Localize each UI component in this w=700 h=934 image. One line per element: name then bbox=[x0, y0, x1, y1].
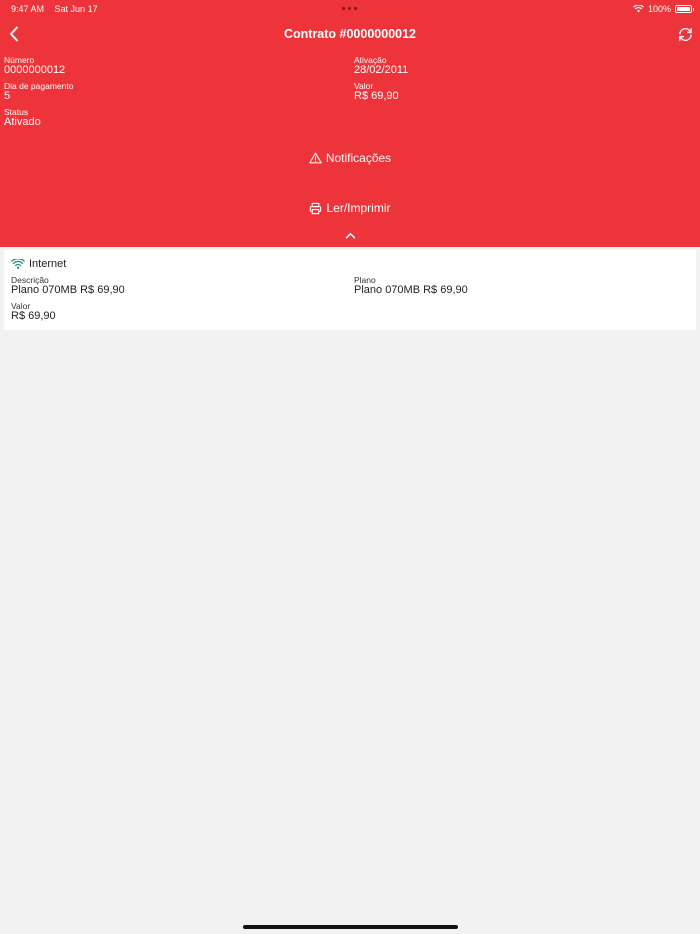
dia-pagamento-value: 5 bbox=[4, 90, 11, 102]
printer-icon bbox=[310, 202, 322, 214]
refresh-button[interactable] bbox=[674, 24, 696, 44]
service-valor-value: R$ 69,90 bbox=[11, 310, 56, 322]
numero-value: 0000000012 bbox=[4, 64, 66, 76]
notificacoes-button[interactable]: Notificações bbox=[0, 150, 700, 166]
notificacoes-label: Notificações bbox=[325, 151, 392, 165]
contract-header: 9:47 AM Sat Jun 17 100% Contrato #000000… bbox=[0, 0, 700, 247]
collapse-button[interactable] bbox=[340, 232, 360, 244]
dia-pagamento-label: Dia de pagamento bbox=[4, 81, 74, 91]
ler-imprimir-label: Ler/Imprimir bbox=[326, 201, 391, 215]
service-title: Internet bbox=[11, 258, 66, 270]
service-card[interactable]: Internet Descrição Plano 070MB R$ 69,90 … bbox=[4, 250, 696, 330]
ativacao-value: 28/02/2011 bbox=[354, 64, 409, 76]
service-title-label: Internet bbox=[29, 258, 67, 270]
home-indicator[interactable] bbox=[243, 925, 458, 929]
battery-percent: 100% bbox=[647, 4, 671, 14]
ler-imprimir-button[interactable]: Ler/Imprimir bbox=[0, 200, 700, 216]
wifi-signal-icon bbox=[633, 5, 644, 13]
status-value: Ativado bbox=[4, 116, 41, 128]
wifi-icon bbox=[11, 259, 25, 269]
page-title: Contrato #0000000012 bbox=[283, 27, 417, 41]
status-bar-right: 100% bbox=[633, 4, 694, 14]
descricao-value: Plano 070MB R$ 69,90 bbox=[11, 284, 125, 296]
valor-value: R$ 69,90 bbox=[354, 90, 399, 102]
battery-icon bbox=[675, 5, 694, 13]
status-bar: 9:47 AM Sat Jun 17 100% bbox=[0, 0, 700, 18]
status-date: Sat Jun 17 bbox=[54, 4, 98, 14]
warning-icon bbox=[309, 152, 322, 164]
status-time: 9:47 AM bbox=[11, 4, 45, 14]
chevron-up-icon bbox=[345, 232, 355, 239]
status-bar-left: 9:47 AM Sat Jun 17 bbox=[11, 4, 106, 14]
refresh-icon bbox=[678, 27, 692, 41]
plano-value: Plano 070MB R$ 69,90 bbox=[354, 284, 468, 296]
multitasking-dots-icon[interactable] bbox=[342, 7, 357, 10]
